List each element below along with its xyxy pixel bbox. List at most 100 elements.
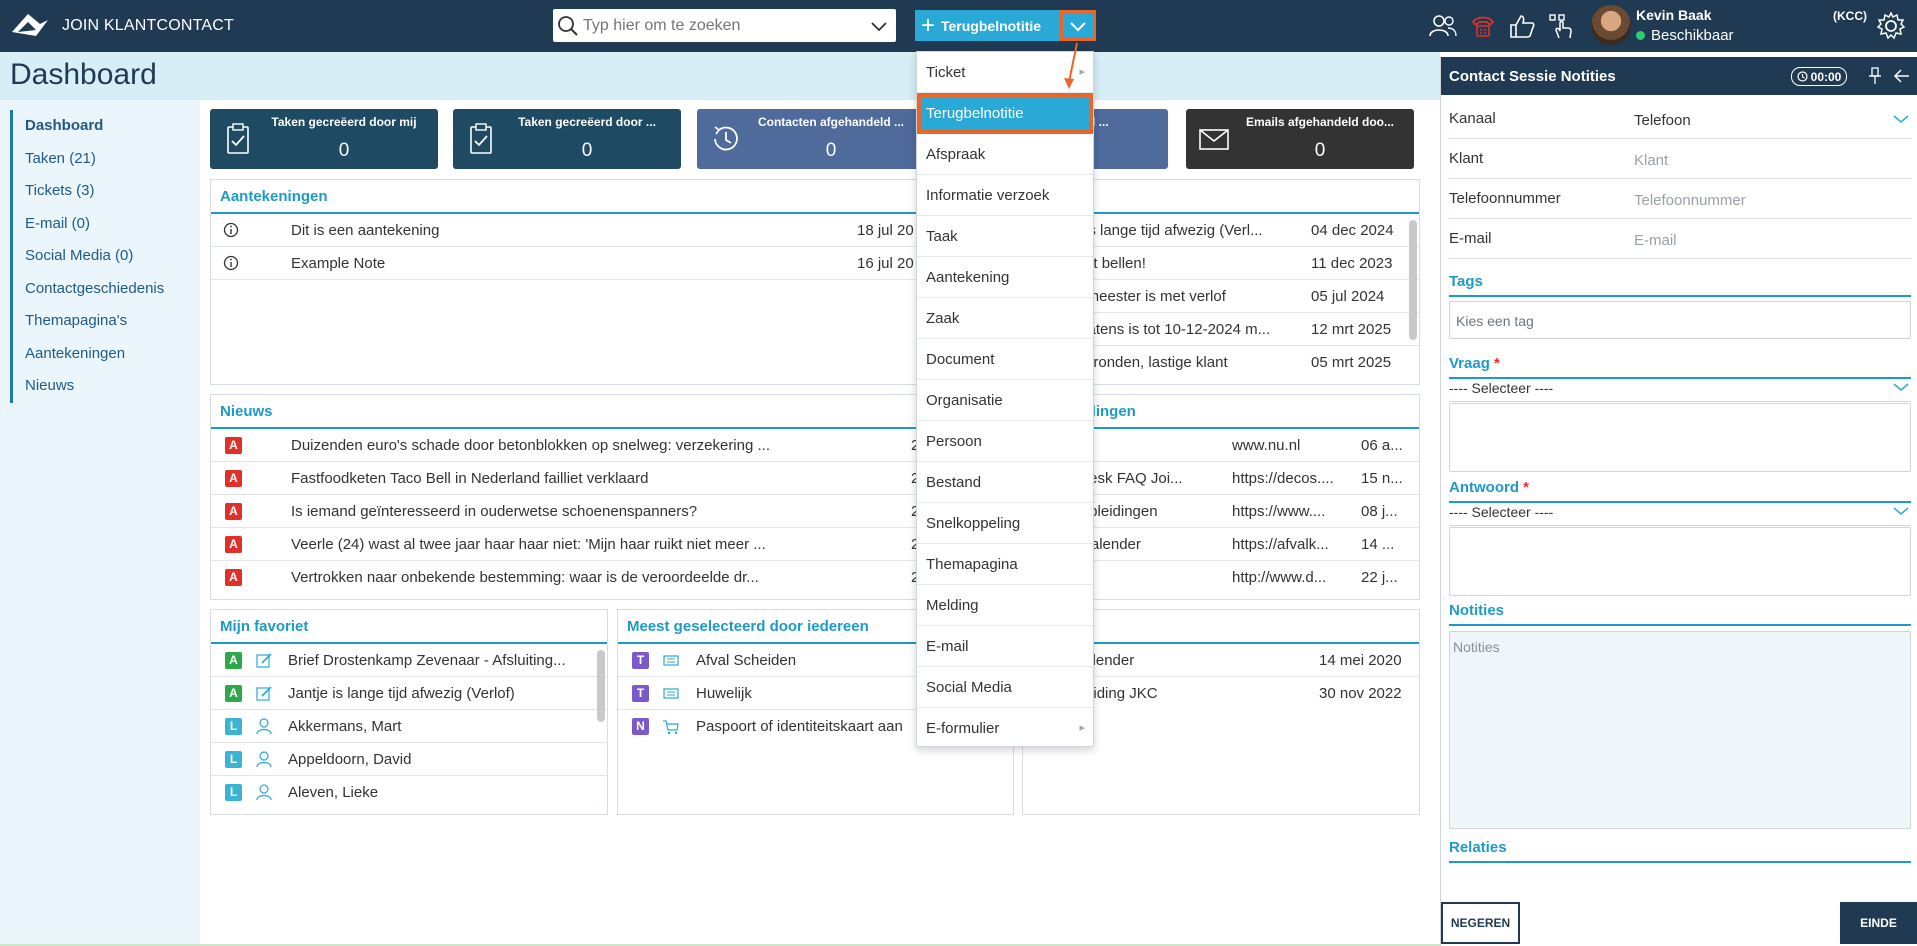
tile-emails-afgehandeld[interactable]: Emails afgehandeld doo... 0 [1186,109,1414,169]
menu-item-organisatie[interactable]: Organisatie [917,380,1093,421]
list-item[interactable]: L Aleven, Lieke [211,776,607,809]
section-label: Antwoord [1449,479,1519,496]
menu-item-zaak[interactable]: Zaak [917,298,1093,339]
list-item[interactable]: rgemeester is met verlof 05 jul 2024 [1041,280,1419,313]
link-url[interactable]: https://decos.... [1232,462,1352,495]
link-url[interactable]: http://www.d... [1232,561,1352,594]
menu-item-melding[interactable]: Melding [917,585,1093,626]
field-telefoonnummer[interactable]: Telefoonnummer Telefoonnummer [1449,179,1911,219]
list-item[interactable]: cos http://www.d... 22 j... [1041,561,1419,594]
field-placeholder: Telefoonnummer [1634,192,1746,209]
thumbs-up-icon[interactable] [1505,8,1539,44]
list-item[interactable]: A Vertrokken naar onbekende bestemming: … [211,561,943,594]
sidebar-item-tickets[interactable]: Tickets (3) [13,175,200,208]
sidebar-item-contactgeschiedenis[interactable]: Contactgeschiedenis [13,273,200,306]
menu-item-taak[interactable]: Taak [917,216,1093,257]
menu-item-document[interactable]: Document [917,339,1093,380]
avatar[interactable] [1591,5,1631,45]
phone-icon[interactable] [1466,8,1500,44]
list-item[interactable]: A Veerle (24) wast al twee jaar haar haa… [211,528,943,561]
list-item[interactable]: nooit bellen! 11 dec 2023 [1041,247,1419,280]
menu-item-label: E-formulier [926,720,1000,737]
sidebar-item-nieuws[interactable]: Nieuws [13,370,200,403]
type-badge: L [225,718,242,735]
new-terugbelnotitie-button[interactable]: + Terugbelnotitie [915,10,1060,41]
link-url[interactable]: https://www.... [1232,495,1352,528]
tile-taken-door-mij[interactable]: Taken gecreëerd door mij 0 [210,109,438,169]
menu-item-email[interactable]: E-mail [917,626,1093,667]
field-email[interactable]: E-mail E-mail [1449,219,1911,259]
pin-icon[interactable] [1868,67,1882,90]
notities-textarea[interactable]: Notities [1449,631,1911,829]
tags-input[interactable]: Kies een tag [1449,301,1911,339]
list-item[interactable]: al Kalender https://afvalk... 14 ... [1041,528,1419,561]
menu-item-themapagina[interactable]: Themapagina [917,544,1093,585]
list-item[interactable]: L Appeldoorn, David [211,743,607,776]
menu-item-label: Terugbelnotitie [926,105,1024,122]
list-item[interactable]: shdesk FAQ Joi... https://decos.... 15 n… [1041,462,1419,495]
list-item[interactable]: e Batens is tot 10-12-2024 m... 12 mrt 2… [1041,313,1419,346]
type-badge: A [225,685,242,702]
menu-item-persoon[interactable]: Persoon [917,421,1093,462]
list-item[interactable]: A Brief Drostenkamp Zevenaar - Afsluitin… [211,644,607,677]
tile-taken-door[interactable]: Taken gecreëerd door ... 0 [453,109,681,169]
link-url[interactable]: www.nu.nl [1232,429,1352,462]
tile-contacten-afgehandeld[interactable]: Contacten afgehandeld ... 0 [697,109,925,169]
field-kanaal[interactable]: Kanaal Telefoon [1449,99,1911,139]
antwoord-select[interactable]: ---- Selecteer ---- [1449,504,1911,526]
list-item[interactable]: L Akkermans, Mart [211,710,607,743]
vraag-select[interactable]: ---- Selecteer ---- [1449,380,1911,402]
new-dropdown-toggle[interactable] [1060,10,1096,41]
clipboard-check-icon [220,121,256,157]
menu-item-label: Ticket [926,64,966,81]
session-header: Contact Sessie Notities 00:00 [1441,57,1917,95]
gear-icon[interactable] [1872,8,1910,44]
user-status[interactable]: Beschikbaar [1636,27,1734,44]
list-item[interactable]: el afronden, lastige klant 05 mrt 2025 [1041,346,1419,379]
scrollbar[interactable] [1409,220,1417,340]
search-input[interactable] [583,16,862,35]
keyboard-icon [662,677,680,710]
search-box[interactable] [553,9,896,42]
list-item[interactable]: tje is lange tijd afwezig (Verl... 04 de… [1041,214,1419,247]
sidebar-item-email[interactable]: E-mail (0) [13,208,200,241]
menu-item-aantekening[interactable]: Aantekening [917,257,1093,298]
sidebar-item-aantekeningen[interactable]: Aantekeningen [13,338,200,371]
field-klant[interactable]: Klant Klant [1449,139,1911,179]
list-item[interactable]: e Opleidingen https://www.... 08 j... [1041,495,1419,528]
menu-item-bestand[interactable]: Bestand [917,462,1093,503]
app-brand[interactable]: JOIN KLANTCONTACT [10,12,234,40]
negeren-button[interactable]: NEGEREN [1441,902,1520,944]
users-icon[interactable] [1426,8,1460,44]
chevron-down-icon[interactable] [862,9,896,42]
arrow-left-icon[interactable] [1893,67,1911,90]
antwoord-textarea[interactable] [1449,527,1911,596]
list-item[interactable]: nl www.nu.nl 06 a... [1041,429,1419,462]
section-notities: Notities [1449,602,1911,626]
list-item[interactable]: A Jantje is lange tijd afwezig (Verlof) [211,677,607,710]
sidebar-item-themapaginas[interactable]: Themapagina's [13,305,200,338]
sidebar-item-dashboard[interactable]: Dashboard [13,110,200,143]
sidebar-item-taken[interactable]: Taken (21) [13,143,200,176]
einde-button[interactable]: EINDE [1840,902,1917,944]
link-url[interactable]: https://afvalk... [1232,528,1352,561]
scrollbar[interactable] [597,650,605,722]
menu-item-terugbelnotitie[interactable]: Terugbelnotitie [917,93,1093,134]
menu-item-snelkoppeling[interactable]: Snelkoppeling [917,503,1093,544]
list-item[interactable]: A Fastfoodketen Taco Bell in Nederland f… [211,462,943,495]
edit-icon [255,677,273,710]
list-item[interactable]: Example Note 16 jul 20 [211,247,943,280]
tile-value: 0 [581,140,593,161]
list-item[interactable]: A Is iemand geïnteresseerd in ouderwetse… [211,495,943,528]
menu-item-social-media[interactable]: Social Media [917,667,1093,708]
menu-item-informatie-verzoek[interactable]: Informatie verzoek [917,175,1093,216]
sidebar-item-social-media[interactable]: Social Media (0) [13,240,200,273]
list-item[interactable]: A Duizenden euro's schade door betonblok… [211,429,943,462]
touch-icon[interactable] [1545,8,1579,44]
list-item[interactable]: Dit is een aantekening 18 jul 20 [211,214,943,247]
favorite-text: Jantje is lange tijd afwezig (Verlof) [288,685,515,702]
vraag-textarea[interactable] [1449,403,1911,472]
menu-item-e-formulier[interactable]: E-formulier ▸ [917,708,1093,749]
chevron-down-icon [1893,507,1909,515]
menu-item-afspraak[interactable]: Afspraak [917,134,1093,175]
